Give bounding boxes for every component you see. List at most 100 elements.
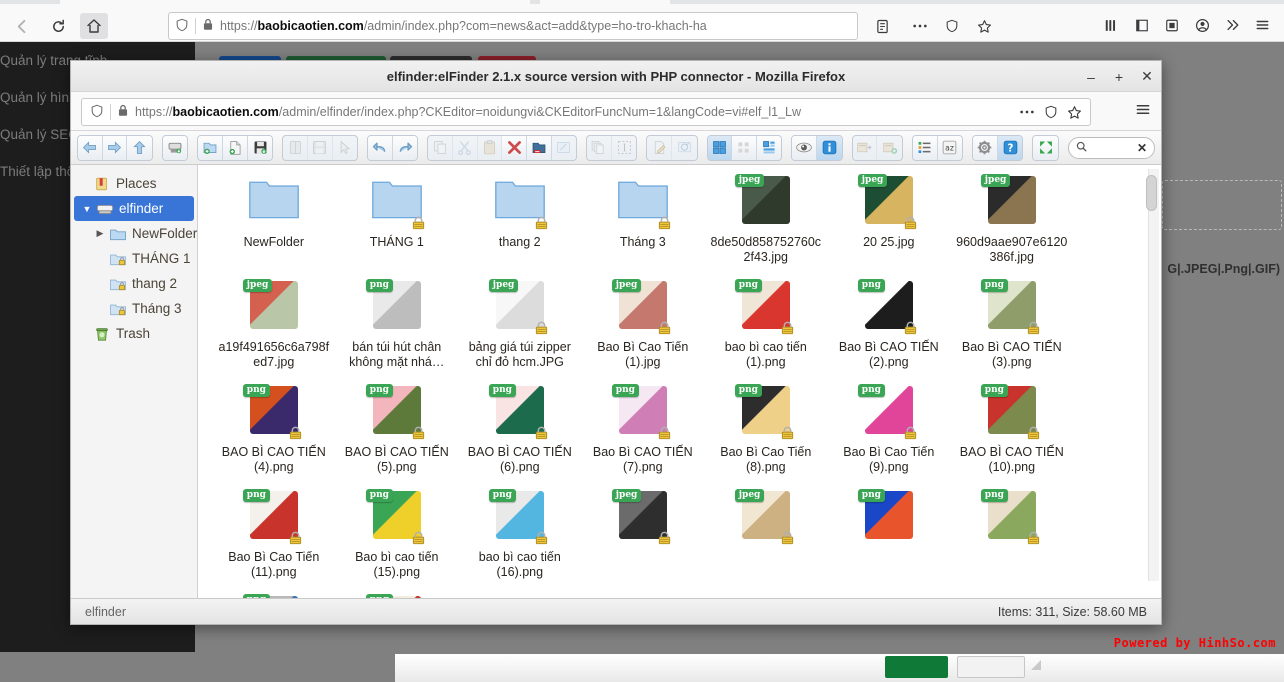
file-item[interactable]: png bao bì cao tiến (1).png bbox=[704, 278, 827, 370]
background-reader-mode-button[interactable] bbox=[868, 13, 896, 39]
file-item[interactable]: png BAO BÌ CAO TIẾN (10).png bbox=[950, 383, 1073, 475]
file-item[interactable]: png bán túi hút chân không mặt nhá… bbox=[335, 278, 458, 370]
file-item[interactable]: png Bao Bì Cao Tiến (8).png bbox=[704, 383, 827, 475]
admin-cancel-button[interactable] bbox=[957, 656, 1025, 678]
navtree-item-elfinder[interactable]: ▼ elfinder bbox=[74, 196, 195, 221]
file-item[interactable]: jpeg 8de50d858752760c2f43.jpg bbox=[704, 173, 827, 265]
file-item[interactable]: thang 2 bbox=[458, 173, 581, 265]
file-item[interactable]: png BAO BÌ CAO TIẾN (6).png bbox=[458, 383, 581, 475]
file-item[interactable]: png BAO BÌ CAO TIẾN (4).png bbox=[212, 383, 335, 475]
navtree-item-trash[interactable]: Trash bbox=[71, 321, 197, 346]
download-button[interactable] bbox=[307, 135, 333, 160]
file-item[interactable]: png bbox=[827, 488, 950, 580]
navtree-item-thang3[interactable]: Tháng 3 bbox=[71, 296, 197, 321]
elfinder-file-grid-container[interactable]: NewFolder THÁNG 1 thang 2 Tháng 3 jpeg 8de50d… bbox=[198, 165, 1161, 598]
view-list-button[interactable] bbox=[756, 135, 782, 160]
fullscreen-button[interactable] bbox=[1033, 135, 1058, 160]
background-reload-button[interactable] bbox=[44, 13, 72, 39]
file-item[interactable]: png Bao Bì Cao Tiến (11).png bbox=[212, 488, 335, 580]
file-item[interactable]: png Bao Bì CAO TIẾN (2).png bbox=[827, 278, 950, 370]
file-item[interactable]: png Bao Bì CAO TIẾN (3).png bbox=[950, 278, 1073, 370]
up-button[interactable] bbox=[127, 135, 152, 160]
close-x-icon[interactable]: ✕ bbox=[1137, 141, 1147, 155]
navtree-expander[interactable]: ▶ bbox=[93, 228, 107, 239]
navtree-item-thang2[interactable]: thang 2 bbox=[71, 271, 197, 296]
file-item[interactable]: Tháng 3 bbox=[581, 173, 704, 265]
open-button[interactable] bbox=[283, 135, 308, 160]
resize-button[interactable] bbox=[671, 135, 697, 160]
navtree-expander[interactable]: ▼ bbox=[80, 204, 94, 214]
help-button[interactable]: ? bbox=[997, 135, 1023, 160]
empty-button[interactable] bbox=[551, 135, 577, 160]
new-file-button[interactable] bbox=[223, 135, 248, 160]
search-input[interactable]: ✕ bbox=[1067, 136, 1156, 159]
select-button[interactable] bbox=[332, 135, 358, 160]
file-item[interactable]: png bbox=[950, 488, 1073, 580]
elfinder-tracking-protection-icon[interactable] bbox=[1044, 99, 1058, 125]
background-tracking-protection-icon[interactable] bbox=[938, 13, 966, 39]
elfinder-bookmark-star-button[interactable] bbox=[1067, 99, 1082, 125]
duplicate-button[interactable] bbox=[587, 135, 612, 160]
file-item[interactable]: png Bao Bì CAO TIẾN (7).png bbox=[581, 383, 704, 475]
file-item[interactable]: png Bao bì cao tiến (15).png bbox=[335, 488, 458, 580]
upload-button[interactable] bbox=[247, 135, 273, 160]
file-item[interactable]: jpeg 20 25.jpg bbox=[827, 173, 950, 265]
new-folder-button[interactable] bbox=[198, 135, 224, 160]
file-item[interactable]: jpeg bảng giá túi zipper chỉ đỏ hcm.JPG bbox=[458, 278, 581, 370]
admin-textarea-resize-handle[interactable] bbox=[1031, 660, 1041, 670]
background-save-to-pocket-icon[interactable] bbox=[1158, 12, 1186, 38]
undo-button[interactable] bbox=[368, 135, 393, 160]
window-titlebar[interactable]: elfinder:elFinder 2.1.x source version w… bbox=[71, 61, 1161, 92]
elfinder-url-bar[interactable]: https://baobicaotien.com/admin/elfinder/… bbox=[81, 98, 1091, 126]
archive-button[interactable] bbox=[877, 135, 902, 160]
background-account-icon[interactable] bbox=[1188, 12, 1216, 38]
file-item[interactable]: png bbox=[335, 593, 458, 598]
copy-button[interactable] bbox=[428, 135, 453, 160]
file-item[interactable]: jpeg bbox=[581, 488, 704, 580]
background-menu-hamburger-icon[interactable] bbox=[1248, 12, 1276, 38]
delete-button[interactable] bbox=[502, 135, 527, 160]
forward-button[interactable] bbox=[102, 135, 128, 160]
background-url-bar[interactable]: https://baobicaotien.com/admin/index.php… bbox=[168, 12, 858, 40]
window-close-button[interactable]: ✕ bbox=[1139, 68, 1155, 85]
paste-button[interactable] bbox=[477, 135, 503, 160]
sort-button[interactable] bbox=[912, 135, 938, 160]
admin-save-button[interactable] bbox=[885, 656, 948, 678]
info-button[interactable] bbox=[817, 135, 842, 160]
file-item[interactable]: png BAO BÌ CAO TIẾN (5).png bbox=[335, 383, 458, 475]
navtree-item-newfolder[interactable]: ▶ NewFolder bbox=[71, 221, 198, 246]
file-grid-scrollbar[interactable] bbox=[1146, 169, 1159, 581]
background-overflow-chevron-icon[interactable] bbox=[1218, 12, 1246, 38]
home-button[interactable] bbox=[162, 135, 188, 160]
view-small-button[interactable] bbox=[732, 135, 757, 160]
sort-name-button[interactable]: az bbox=[937, 135, 963, 160]
background-library-icon[interactable] bbox=[1098, 12, 1126, 38]
file-item[interactable]: png bao bì cao tiến (16).png bbox=[458, 488, 581, 580]
view-icons-button[interactable] bbox=[707, 135, 733, 160]
current-path-label[interactable]: elfinder bbox=[85, 605, 126, 619]
extract-button[interactable] bbox=[852, 135, 878, 160]
file-item[interactable]: jpeg a19f491656c6a798fed7.jpg bbox=[212, 278, 335, 370]
file-item[interactable]: png bbox=[212, 593, 335, 598]
background-home-button[interactable] bbox=[80, 13, 108, 39]
background-back-button[interactable] bbox=[8, 13, 36, 39]
file-item[interactable]: jpeg Bao Bì Cao Tiến (1).jpg bbox=[581, 278, 704, 370]
cut-button[interactable] bbox=[453, 135, 478, 160]
elfinder-page-actions-button[interactable] bbox=[1019, 99, 1035, 125]
background-sidebar-icon[interactable] bbox=[1128, 12, 1156, 38]
preferences-button[interactable] bbox=[973, 135, 998, 160]
back-button[interactable] bbox=[78, 135, 103, 160]
file-item[interactable]: png Bao Bì Cao Tiến (9).png bbox=[827, 383, 950, 475]
file-item[interactable]: jpeg bbox=[704, 488, 827, 580]
background-bookmark-star-button[interactable] bbox=[970, 13, 998, 39]
elfinder-menu-hamburger-icon[interactable] bbox=[1135, 102, 1151, 122]
rm-button[interactable] bbox=[526, 135, 552, 160]
window-minimize-button[interactable]: – bbox=[1083, 69, 1099, 85]
file-grid-scrollbar-thumb[interactable] bbox=[1146, 175, 1157, 211]
edit-button[interactable] bbox=[647, 135, 672, 160]
file-item[interactable]: NewFolder bbox=[212, 173, 335, 265]
redo-button[interactable] bbox=[392, 135, 418, 160]
file-item[interactable]: jpeg 960d9aae907e6120386f.jpg bbox=[950, 173, 1073, 265]
background-page-actions-button[interactable] bbox=[906, 13, 934, 39]
quicklook-button[interactable] bbox=[792, 135, 818, 160]
